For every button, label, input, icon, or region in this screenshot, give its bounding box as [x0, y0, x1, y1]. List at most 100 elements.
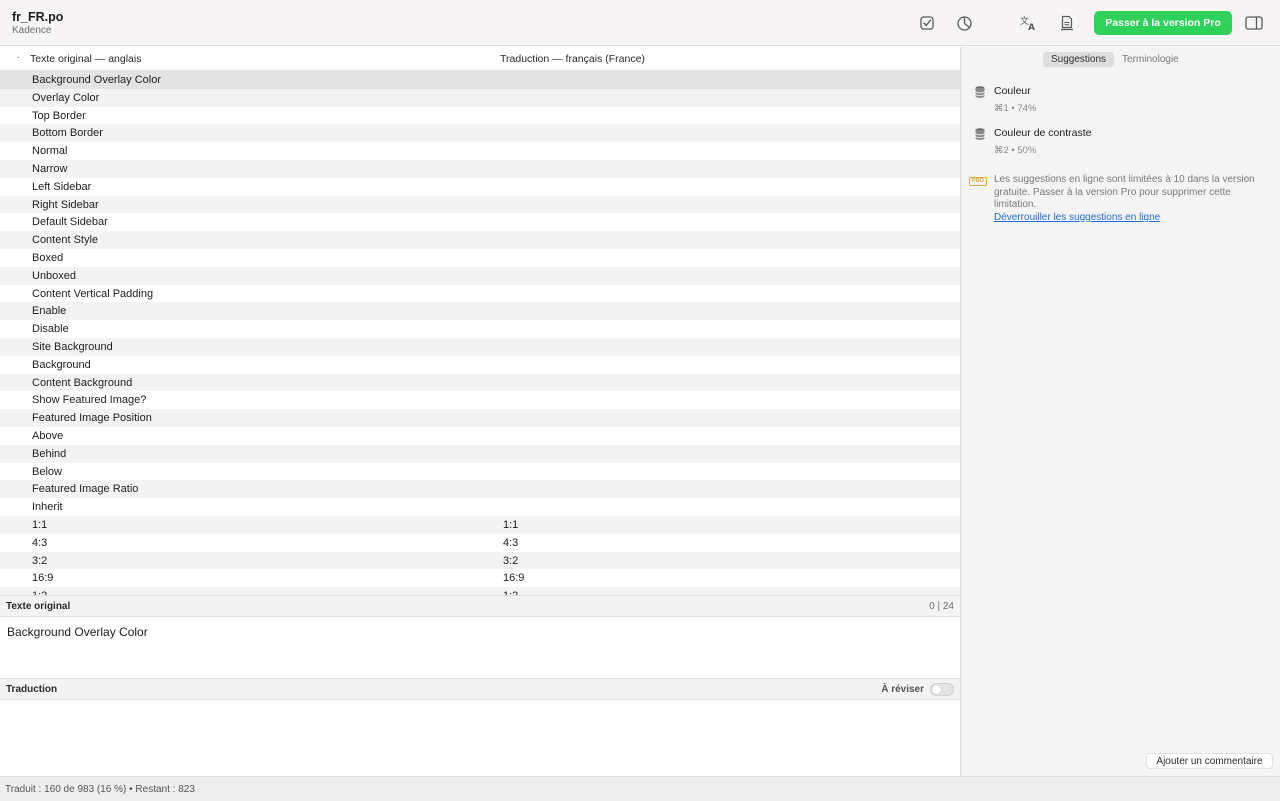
- needs-review-toggle[interactable]: [930, 683, 954, 696]
- pro-badge: PRO: [969, 177, 987, 186]
- table-row[interactable]: Default Sidebar: [0, 213, 960, 231]
- source-cell: Background Overlay Color: [32, 74, 162, 86]
- translation-cell: 16:9: [503, 572, 525, 585]
- source-cell: Normal: [32, 145, 68, 158]
- source-text: Background Overlay Color: [7, 625, 148, 639]
- sidebar-tabs: Suggestions Terminologie: [1043, 52, 1187, 67]
- status-bar: Traduit : 160 de 983 (16 %) • Restant : …: [0, 776, 1280, 801]
- source-column-header[interactable]: Texte original — anglais: [30, 53, 141, 65]
- source-cell: Bottom Border: [32, 127, 103, 140]
- translate-icon[interactable]: 文A: [1019, 13, 1039, 33]
- table-row[interactable]: Background Overlay Color: [0, 71, 960, 89]
- source-cell: Unboxed: [32, 269, 77, 282]
- project-subtitle: Kadence: [12, 25, 52, 36]
- target-column-header[interactable]: Traduction — français (France): [500, 53, 645, 65]
- suggestion-text: Couleur: [994, 85, 1031, 97]
- svg-text:A: A: [1028, 23, 1035, 31]
- table-row[interactable]: 1:1 1:1: [0, 515, 960, 534]
- table-row[interactable]: Enable: [0, 302, 960, 321]
- suggestion-item[interactable]: Couleur de contraste ⌘2 • 50%: [973, 127, 1273, 157]
- source-cell: 1:1: [32, 518, 48, 531]
- source-cell: Inherit: [32, 501, 63, 514]
- source-cell: Narrow: [32, 162, 68, 175]
- table-row[interactable]: Site Background: [0, 337, 960, 356]
- source-cell: Background: [32, 358, 91, 371]
- table-row[interactable]: 3:2 3:2: [0, 551, 960, 570]
- source-cell: 4:3: [32, 536, 48, 549]
- progress-chart-icon[interactable]: [954, 13, 974, 33]
- validate-checkbox-icon[interactable]: [917, 13, 937, 33]
- table-row[interactable]: Inherit: [0, 498, 960, 516]
- source-cell: Disable: [32, 323, 69, 336]
- rows-container: Background Overlay Color Overlay Color Top…: [0, 71, 960, 596]
- table-row[interactable]: Bottom Border: [0, 124, 960, 143]
- source-cell: Boxed: [32, 251, 64, 264]
- table-row[interactable]: Left Sidebar: [0, 178, 960, 196]
- source-cell: Show Featured Image?: [32, 394, 147, 407]
- document-title: fr_FR.po: [12, 10, 64, 24]
- upgrade-pro-button[interactable]: Passer à la version Pro: [1094, 11, 1232, 35]
- sort-indicator-icon[interactable]: ·: [17, 52, 20, 63]
- table-row[interactable]: Normal: [0, 142, 960, 160]
- tab-suggestions[interactable]: Suggestions: [1043, 52, 1115, 67]
- translation-cell: 3:2: [503, 554, 519, 567]
- unlock-suggestions-link[interactable]: Déverrouiller les suggestions en ligne: [994, 212, 1160, 223]
- source-cell: Left Sidebar: [32, 180, 92, 193]
- source-cell: Site Background: [32, 340, 113, 353]
- table-row[interactable]: Content Vertical Padding: [0, 285, 960, 303]
- source-cell: Content Style: [32, 234, 99, 247]
- source-cell: Below: [32, 465, 62, 478]
- source-cell: 16:9: [32, 572, 54, 585]
- string-list: · Texte original — anglais Traduction — …: [0, 47, 960, 596]
- sidebar-toggle-icon[interactable]: [1244, 13, 1264, 33]
- translation-cell: 1:1: [503, 518, 519, 531]
- table-row[interactable]: Unboxed: [0, 266, 960, 285]
- suggestion-text: Couleur de contraste: [994, 127, 1092, 139]
- char-count: 0 | 24: [929, 601, 954, 612]
- database-icon: [975, 86, 985, 98]
- column-header: · Texte original — anglais Traduction — …: [0, 47, 960, 71]
- translation-section-header: Traduction À réviser: [0, 678, 960, 700]
- table-row[interactable]: Show Featured Image?: [0, 391, 960, 409]
- source-cell: Overlay Color: [32, 91, 100, 104]
- source-cell: Top Border: [32, 109, 86, 122]
- database-icon: [975, 128, 985, 140]
- translation-cell: 4:3: [503, 536, 519, 549]
- source-cell: Enable: [32, 305, 67, 318]
- tab-terminology[interactable]: Terminologie: [1114, 52, 1187, 67]
- table-row[interactable]: 4:3 4:3: [0, 534, 960, 552]
- table-row[interactable]: Background: [0, 356, 960, 374]
- table-row[interactable]: Content Style: [0, 231, 960, 249]
- table-row[interactable]: Featured Image Position: [0, 409, 960, 427]
- table-row[interactable]: Content Background: [0, 373, 960, 392]
- suggestion-item[interactable]: Couleur ⌘1 • 74%: [973, 85, 1273, 115]
- source-cell: Above: [32, 429, 64, 442]
- source-cell: Content Background: [32, 376, 133, 389]
- source-cell: Right Sidebar: [32, 198, 99, 211]
- table-row[interactable]: Disable: [0, 320, 960, 338]
- source-cell: Featured Image Position: [32, 412, 152, 425]
- document-stamp-icon[interactable]: [1057, 13, 1077, 33]
- suggestions-sidebar: Suggestions Terminologie Couleur ⌘1 • 74…: [960, 47, 1280, 776]
- source-cell: Content Vertical Padding: [32, 287, 154, 300]
- table-row[interactable]: Top Border: [0, 107, 960, 125]
- table-row[interactable]: Overlay Color: [0, 88, 960, 107]
- suggestion-meta: ⌘2 • 50%: [994, 145, 1037, 156]
- translation-input[interactable]: [0, 700, 960, 776]
- table-row[interactable]: Right Sidebar: [0, 195, 960, 214]
- table-row[interactable]: Behind: [0, 444, 960, 463]
- source-section-header: Texte original 0 | 24: [0, 595, 960, 617]
- add-comment-button[interactable]: Ajouter un commentaire: [1146, 753, 1273, 769]
- translation-section-label: Traduction: [6, 684, 58, 695]
- suggestion-meta: ⌘1 • 74%: [994, 103, 1037, 114]
- table-row[interactable]: 16:9 16:9: [0, 569, 960, 587]
- source-cell: Featured Image Ratio: [32, 483, 139, 496]
- table-row[interactable]: Narrow: [0, 159, 960, 178]
- suggestion-limit-notice: Les suggestions en ligne sont limitées à…: [994, 174, 1255, 210]
- source-section-label: Texte original: [6, 601, 71, 612]
- needs-review-label: À réviser: [881, 684, 924, 695]
- table-row[interactable]: Featured Image Ratio: [0, 480, 960, 499]
- table-row[interactable]: Below: [0, 463, 960, 481]
- table-row[interactable]: Above: [0, 427, 960, 445]
- table-row[interactable]: Boxed: [0, 249, 960, 267]
